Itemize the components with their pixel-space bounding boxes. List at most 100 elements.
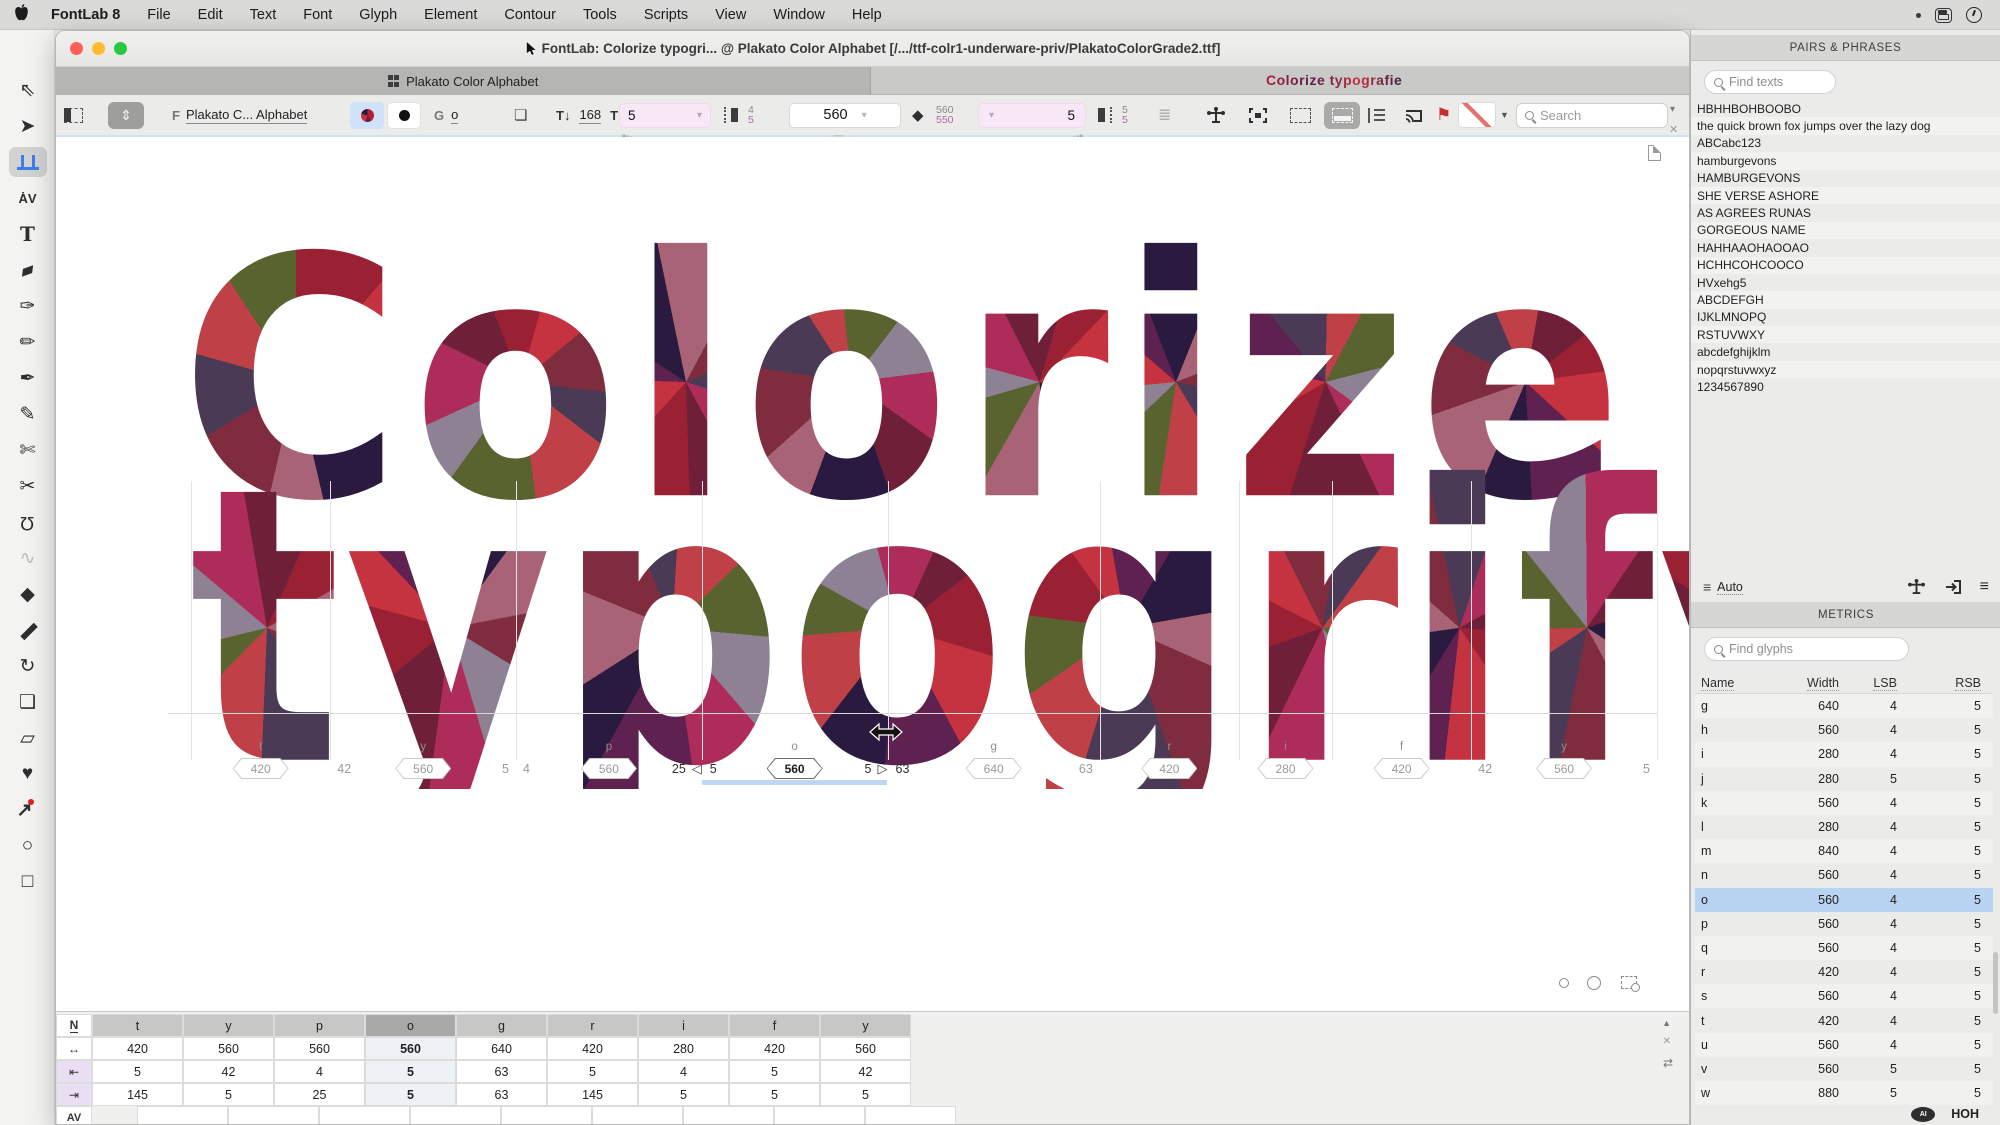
bottom-cell[interactable]: 5	[365, 1060, 456, 1083]
bottom-cell[interactable]: 63	[456, 1060, 547, 1083]
glyph-width-badge-f[interactable]: 420	[1373, 758, 1430, 779]
bottom-col-header-g[interactable]: g	[456, 1014, 547, 1037]
flag-icon[interactable]: ⚑	[1436, 105, 1451, 125]
tool-fill[interactable]: ◆	[0, 576, 55, 612]
pairs-item[interactable]: 1234567890	[1691, 378, 2000, 395]
metrics-row-k[interactable]: k 560 4 5	[1695, 790, 1993, 815]
clock-icon[interactable]	[1966, 7, 1982, 23]
bottom-cell[interactable]: 560	[365, 1037, 456, 1060]
bottom-cell[interactable]: 560	[183, 1037, 274, 1060]
tool-eraser[interactable]: ▰	[0, 252, 55, 288]
find-glyphs-input[interactable]	[1729, 642, 1899, 656]
rsb-chevron-icon[interactable]: ▾	[989, 110, 994, 121]
glyph-width-badge-r[interactable]: 420	[1141, 758, 1198, 779]
mark-color-dropdown-icon[interactable]: ▼	[1500, 110, 1509, 120]
metrics-row-w[interactable]: w 880 5 5	[1695, 1081, 1993, 1106]
auto-label[interactable]: Auto	[1717, 580, 1743, 595]
tool-ellipse[interactable]: ○	[0, 828, 55, 864]
panel-swap-icon[interactable]: ⇄	[1663, 1056, 1673, 1070]
metrics-row-i[interactable]: i 280 4 5	[1695, 742, 1993, 767]
bottom-cell[interactable]	[683, 1106, 774, 1124]
glyph-width-badge-t[interactable]: 420	[232, 758, 289, 779]
tool-tweak[interactable]: ∿	[0, 540, 55, 576]
zoom-window-button[interactable]	[114, 42, 127, 55]
bottom-cell[interactable]: 42	[183, 1060, 274, 1083]
glyph-i[interactable]: i	[1403, 437, 1516, 789]
menu-item-view[interactable]: View	[715, 7, 746, 23]
hoh-button[interactable]: HOH	[1951, 1107, 1979, 1121]
metrics-col-header-width[interactable]: Width	[1773, 676, 1847, 691]
tool-metrics[interactable]	[0, 144, 55, 180]
menu-item-element[interactable]: Element	[424, 7, 477, 23]
metrics-mode-button[interactable]: ⇕	[108, 101, 144, 129]
bottom-col-header-o[interactable]: o	[365, 1014, 456, 1037]
layer-stack-icon[interactable]: ≣	[1158, 105, 1171, 125]
glyph-width-badge-i[interactable]: 280	[1257, 758, 1314, 779]
bottom-cell[interactable]: 42	[820, 1060, 911, 1083]
sidebearing-value[interactable]: 5	[502, 762, 509, 776]
tool-knife[interactable]: ✄	[0, 432, 55, 468]
metrics-row-q[interactable]: q 560 4 5	[1695, 935, 1993, 961]
metrics-scrollbar[interactable]	[1993, 952, 1998, 1014]
metrics-header[interactable]: METRICS	[1691, 602, 2000, 628]
sidebearing-value[interactable]: 63	[896, 762, 910, 776]
pairs-item[interactable]: IJKLMNOPQ	[1691, 309, 2000, 326]
glyph-r[interactable]: r	[1242, 437, 1403, 789]
glyph-brackets-icon[interactable]	[1248, 107, 1268, 124]
bottom-cell[interactable]	[410, 1106, 501, 1124]
glyph-width-badge-y[interactable]: 560	[1536, 758, 1593, 779]
sidebearing-value[interactable]: 42	[337, 762, 351, 776]
tool-pointer[interactable]: ⇖	[0, 72, 55, 108]
sidebar-toggle-icon[interactable]	[64, 107, 83, 123]
export-icon[interactable]	[1944, 579, 1962, 595]
pairs-item[interactable]: HAHHAAOHAOOAO	[1691, 239, 2000, 256]
bottom-cell[interactable]: 560	[820, 1037, 911, 1060]
bottom-row-label-3[interactable]: AV	[56, 1106, 92, 1124]
bottom-cell[interactable]: 420	[729, 1037, 820, 1060]
tree-anchor-icon[interactable]	[1206, 106, 1226, 124]
pairs-item[interactable]: the quick brown fox jumps over the lazy …	[1691, 117, 2000, 135]
menu-item-font[interactable]: Font	[303, 7, 332, 23]
bottom-row-label-2[interactable]: ⇥	[56, 1083, 92, 1106]
width-chevron-icon[interactable]: ▾	[862, 110, 867, 121]
bottom-cell[interactable]: 420	[547, 1037, 638, 1060]
bottom-cell[interactable]: 5	[820, 1083, 911, 1106]
bottom-cell[interactable]	[592, 1106, 683, 1124]
bottom-col-header-r[interactable]: r	[547, 1014, 638, 1037]
tool-pen[interactable]: ✒	[0, 360, 55, 396]
preview-panel-icon[interactable]	[1290, 107, 1311, 123]
glyph-t[interactable]: t	[189, 437, 345, 789]
tool-pencil[interactable]: ✏	[0, 324, 55, 360]
sidebearing-value[interactable]: 5	[1643, 762, 1650, 776]
bottom-cell[interactable]: 145	[547, 1083, 638, 1106]
metrics-row-p[interactable]: p 560 4 5	[1695, 912, 1993, 936]
bottom-cell[interactable]: 145	[92, 1083, 183, 1106]
bottom-cell[interactable]	[319, 1106, 410, 1124]
find-texts-field[interactable]	[1704, 70, 1836, 94]
tool-magnet[interactable]: Ω	[0, 504, 55, 540]
tool-blob[interactable]: ♥	[0, 756, 55, 792]
tool-scissors[interactable]: ✂	[0, 468, 55, 504]
tool-slant[interactable]: ▱	[0, 720, 55, 756]
bottom-cell[interactable]: 63	[456, 1083, 547, 1106]
pairs-item[interactable]: HVxehg5	[1691, 274, 2000, 291]
tool-eyedropper[interactable]: ↗	[0, 792, 55, 828]
sidebearing-value[interactable]: 63	[1079, 762, 1093, 776]
sidebearing-value[interactable]: 25	[672, 762, 686, 776]
metrics-row-n[interactable]: n 560 4 5	[1695, 863, 1993, 887]
glyph-y[interactable]: y	[1658, 437, 1689, 789]
menu-item-glyph[interactable]: Glyph	[359, 7, 397, 23]
find-glyphs-field[interactable]	[1704, 637, 1909, 661]
tool-scale[interactable]: ❏	[0, 684, 55, 720]
pairs-item[interactable]: ABCDEFGH	[1691, 291, 2000, 309]
color-glyph-swatch[interactable]	[350, 101, 384, 129]
pairs-item[interactable]: abcdefghijklm	[1691, 343, 2000, 360]
menu-item-contour[interactable]: Contour	[504, 7, 556, 23]
bottom-cell[interactable]: 560	[274, 1037, 365, 1060]
glyph-width-badge-p[interactable]: 560	[580, 758, 637, 779]
width-field[interactable]: 560 ▾ ←┄┄→	[789, 102, 901, 141]
sidebearing-value[interactable]: 5	[710, 762, 717, 776]
close-window-button[interactable]	[70, 42, 83, 55]
metrics-row-r[interactable]: r 420 4 5	[1695, 960, 1993, 984]
metrics-table-toggle-button[interactable]	[1324, 101, 1360, 129]
